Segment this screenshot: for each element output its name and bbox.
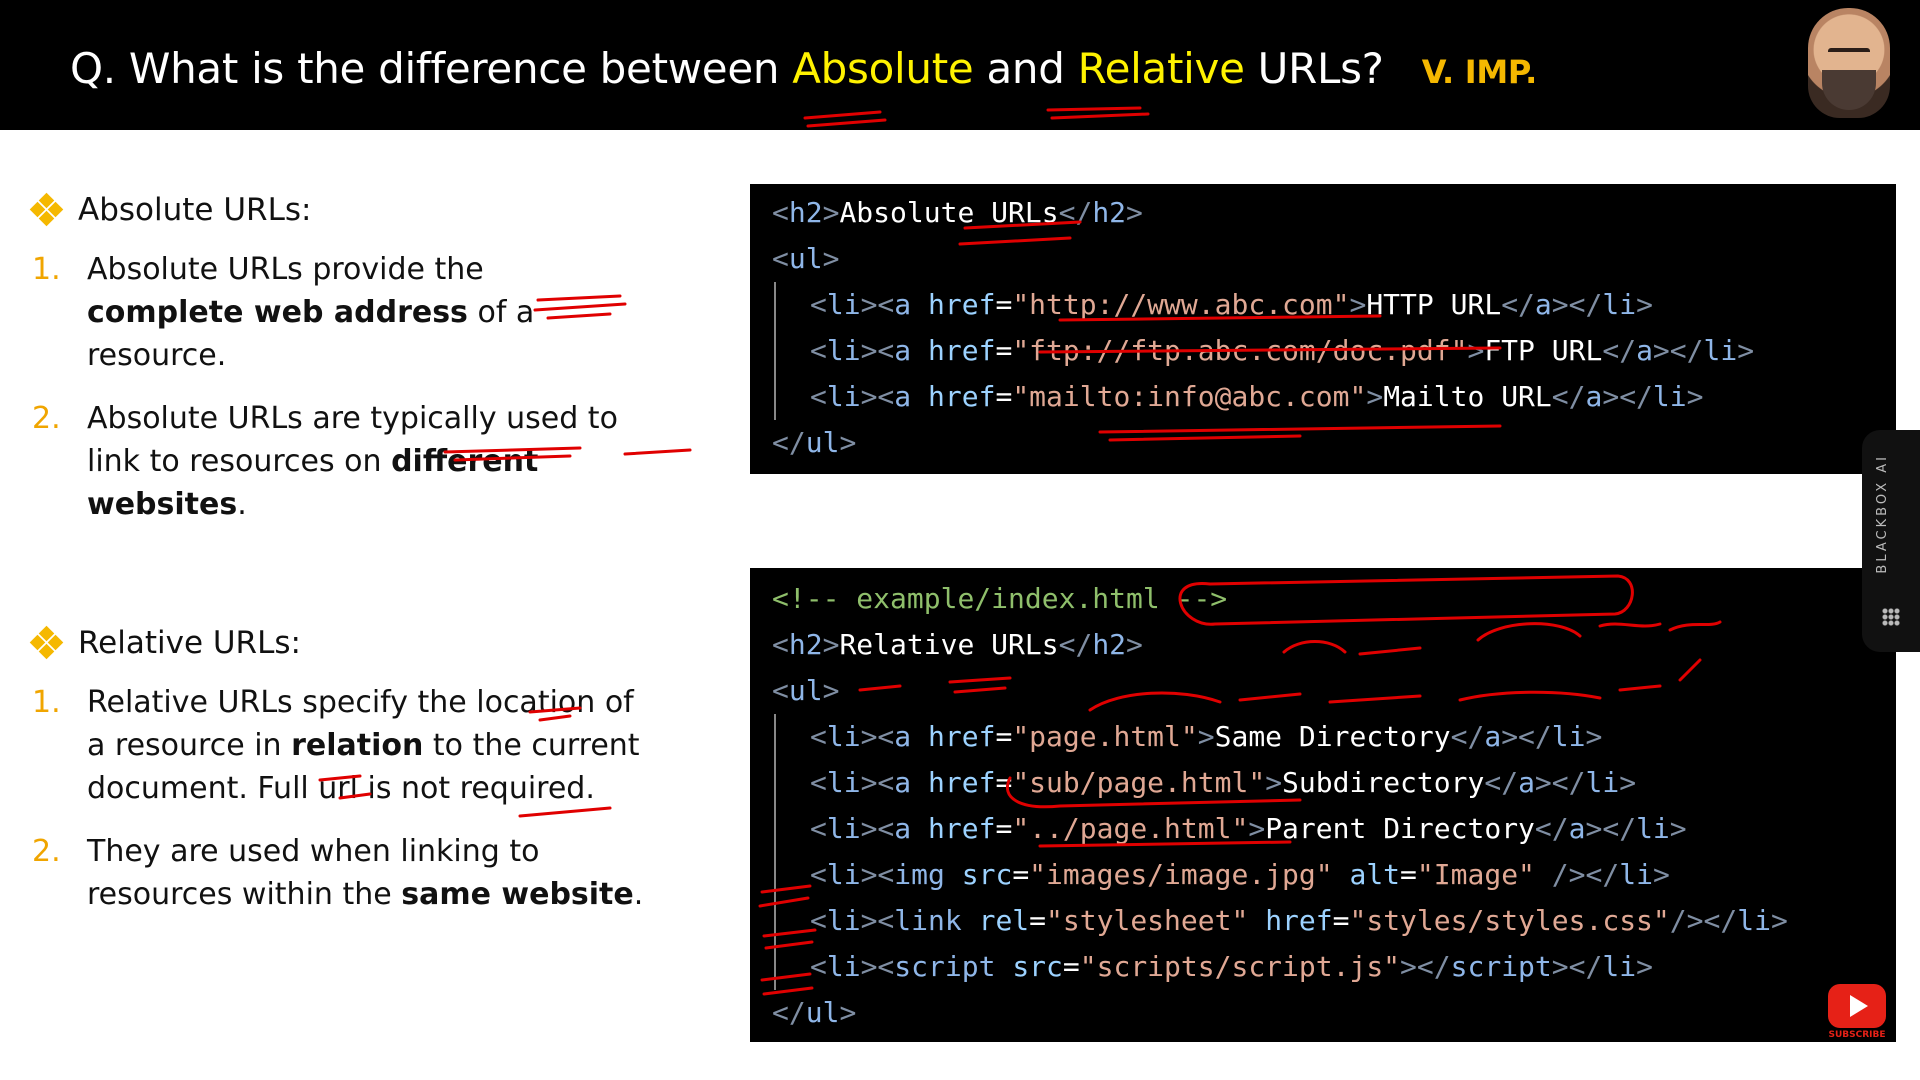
youtube-icon — [1828, 984, 1886, 1028]
list-item: 1. Relative URLs specify the location of… — [32, 685, 640, 806]
presenter-avatar — [1808, 8, 1890, 118]
blackbox-logo-icon — [1882, 608, 1900, 626]
list-item: 1. Absolute URLs provide the complete we… — [32, 252, 535, 373]
absolute-urls-section: Absolute URLs: 1. Absolute URLs provide … — [29, 192, 647, 526]
relative-urls-section: Relative URLs: 1. Relative URLs specify … — [29, 625, 647, 916]
code-block-relative: <!-- example/index.html --> <h2>Relative… — [750, 568, 1896, 1042]
title-bar: Q. What is the difference between Absolu… — [0, 0, 1920, 130]
subscribe-button[interactable]: SUBSCRIBE — [1828, 984, 1886, 1044]
bullet-diamond-icon — [29, 192, 64, 227]
bullet-diamond-icon — [29, 625, 64, 660]
absolute-heading: Absolute URLs: — [29, 192, 647, 228]
code-block-absolute: <h2>Absolute URLs</h2> <ul> <li><a href=… — [750, 184, 1896, 474]
list-item: 2. They are used when linking to resourc… — [32, 834, 644, 912]
relative-heading: Relative URLs: — [29, 625, 647, 661]
title-absolute-highlight: Absolute — [792, 44, 974, 93]
blackbox-ai-side-tab[interactable]: BLACKBOX AI — [1862, 430, 1920, 652]
title-relative-highlight: Relative — [1077, 44, 1245, 93]
page-title: Q. What is the difference between Absolu… — [70, 44, 1538, 93]
list-item: 2. Absolute URLs are typically used to l… — [32, 401, 618, 522]
importance-badge: V. IMP. — [1421, 53, 1538, 91]
